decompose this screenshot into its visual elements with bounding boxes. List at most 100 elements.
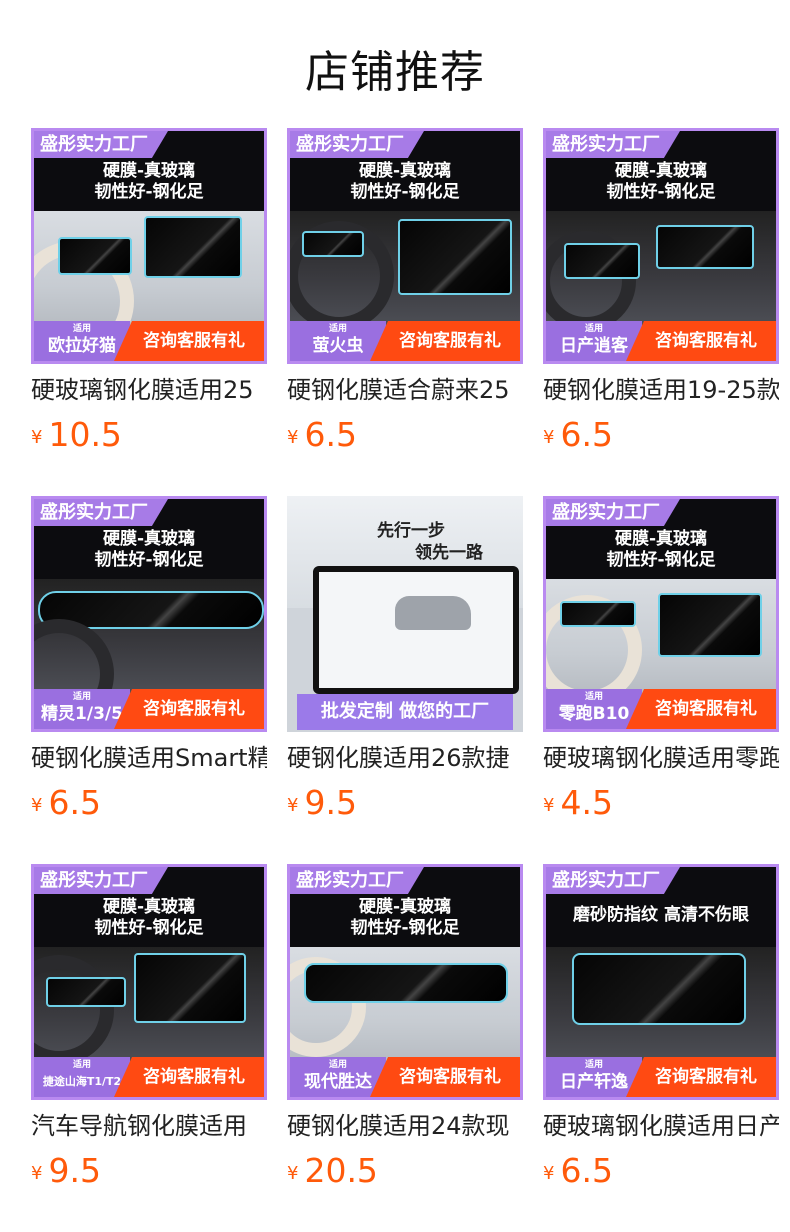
product-image[interactable]: 盛彤实力工厂 硬膜-真玻璃 韧性好-钢化足 适用 精灵1/3/5 咨询客服有礼: [31, 496, 267, 732]
model-name: 日产轩逸: [560, 1072, 628, 1092]
nav-screen-film: [398, 219, 512, 295]
infotainment-screen: [313, 566, 519, 694]
price-value: 10.5: [48, 415, 122, 454]
product-price: ¥6.5: [543, 1151, 613, 1190]
product-title[interactable]: 硬玻璃钢化膜适用25: [31, 374, 267, 406]
product-card[interactable]: 盛彤实力工厂 磨砂防指纹 高清不伤眼 适用 日产轩逸 咨询客服有礼 硬玻璃钢化膜…: [543, 864, 779, 1190]
consult-badge: 咨询客服有礼: [626, 321, 776, 361]
brand-badge: 盛彤实力工厂: [290, 131, 424, 158]
slogan-line-2: 领先一路: [415, 543, 483, 563]
nav-screen-film: [144, 216, 242, 278]
currency-symbol: ¥: [31, 1163, 43, 1184]
model-name: 零跑B10: [558, 704, 630, 724]
nav-screen-film: [656, 225, 754, 269]
tagline-1: 硬膜-真玻璃: [358, 161, 452, 181]
model-tag: 适用 捷途山海T1/T2: [34, 1057, 130, 1097]
product-title[interactable]: 硬钢化膜适用19-25款: [543, 374, 779, 406]
suited-label: 适用: [584, 692, 603, 702]
product-title[interactable]: 硬玻璃钢化膜适用零跑: [543, 742, 779, 774]
dash-screen-film: [304, 963, 508, 1003]
product-card[interactable]: 盛彤实力工厂 硬膜-真玻璃 韧性好-钢化足 适用 欧拉好猫 咨询客服有礼 硬玻璃…: [31, 128, 267, 454]
product-image[interactable]: 盛彤实力工厂 硬膜-真玻璃 韧性好-钢化足 适用 萤火虫 咨询客服有礼: [287, 128, 523, 364]
product-price: ¥9.5: [31, 1151, 101, 1190]
brand-badge: 盛彤实力工厂: [546, 867, 680, 894]
consult-badge: 咨询客服有礼: [114, 321, 264, 361]
price-value: 20.5: [304, 1151, 378, 1190]
dash-screen-film: [58, 237, 132, 275]
product-card[interactable]: 盛彤实力工厂 硬膜-真玻璃 韧性好-钢化足 适用 零跑B10 咨询客服有礼 硬玻…: [543, 496, 779, 822]
promo-slogan: 先行一步 领先一路: [377, 520, 483, 564]
tagline-1: 硬膜-真玻璃: [358, 897, 452, 917]
consult-badge: 咨询客服有礼: [114, 689, 264, 729]
currency-symbol: ¥: [31, 427, 43, 448]
price-value: 9.5: [48, 1151, 101, 1190]
suited-label: 适用: [584, 324, 603, 334]
nav-screen-film: [134, 953, 246, 1023]
model-name: 精灵1/3/5: [41, 704, 123, 724]
brand-badge: 盛彤实力工厂: [290, 867, 424, 894]
model-tag: 适用 精灵1/3/5: [34, 689, 130, 729]
promo-bar: 批发定制 做您的工厂: [297, 694, 513, 730]
currency-symbol: ¥: [31, 795, 43, 816]
model-name: 萤火虫: [312, 336, 364, 356]
model-tag: 适用 欧拉好猫: [34, 321, 130, 361]
product-card[interactable]: 盛彤实力工厂 硬膜-真玻璃 韧性好-钢化足 适用 萤火虫 咨询客服有礼 硬钢化膜…: [287, 128, 523, 454]
dash-screen-film: [302, 231, 364, 257]
tagline-2: 韧性好-钢化足: [606, 550, 716, 570]
tagline-2: 韧性好-钢化足: [94, 182, 204, 202]
product-price: ¥6.5: [287, 415, 357, 454]
page-title: 店铺推荐: [305, 47, 485, 98]
product-title[interactable]: 硬玻璃钢化膜适用日产: [543, 1110, 779, 1142]
nav-screen-film: [658, 593, 762, 657]
product-image[interactable]: 盛彤实力工厂 硬膜-真玻璃 韧性好-钢化足 适用 日产逍客 咨询客服有礼: [543, 128, 779, 364]
steering-wheel-icon: [34, 955, 114, 1065]
currency-symbol: ¥: [543, 795, 555, 816]
dash-screen-film: [46, 977, 126, 1007]
price-value: 6.5: [560, 415, 613, 454]
model-name: 欧拉好猫: [48, 336, 116, 356]
tagline-1: 硬膜-真玻璃: [102, 897, 196, 917]
currency-symbol: ¥: [543, 1163, 555, 1184]
suited-label: 适用: [72, 692, 91, 702]
suited-label: 适用: [328, 1060, 347, 1070]
consult-badge: 咨询客服有礼: [114, 1057, 264, 1097]
price-value: 6.5: [48, 783, 101, 822]
suited-label: 适用: [72, 324, 91, 334]
consult-badge: 咨询客服有礼: [370, 1057, 520, 1097]
product-title[interactable]: 硬钢化膜适合蔚来25: [287, 374, 523, 406]
model-name: 现代胜达: [304, 1072, 372, 1092]
model-name: 日产逍客: [560, 336, 628, 356]
model-tag: 适用 日产轩逸: [546, 1057, 642, 1097]
product-title[interactable]: 硬钢化膜适用Smart精: [31, 742, 267, 774]
product-price: ¥4.5: [543, 783, 613, 822]
tagline-2: 韧性好-钢化足: [350, 918, 460, 938]
product-image[interactable]: 盛彤实力工厂 硬膜-真玻璃 韧性好-钢化足 适用 现代胜达 咨询客服有礼: [287, 864, 523, 1100]
product-card[interactable]: 盛彤实力工厂 硬膜-真玻璃 韧性好-钢化足 适用 现代胜达 咨询客服有礼 硬钢化…: [287, 864, 523, 1190]
brand-badge: 盛彤实力工厂: [34, 867, 168, 894]
product-title[interactable]: 汽车导航钢化膜适用: [31, 1110, 267, 1142]
product-title[interactable]: 硬钢化膜适用24款现: [287, 1110, 523, 1142]
dash-screen-film: [560, 601, 636, 627]
product-image[interactable]: 盛彤实力工厂 磨砂防指纹 高清不伤眼 适用 日产轩逸 咨询客服有礼: [543, 864, 779, 1100]
model-tag: 适用 萤火虫: [290, 321, 386, 361]
product-image[interactable]: 盛彤实力工厂 硬膜-真玻璃 韧性好-钢化足 适用 捷途山海T1/T2 咨询客服有…: [31, 864, 267, 1100]
brand-badge: 盛彤实力工厂: [546, 499, 680, 526]
tagline-2: 韧性好-钢化足: [606, 182, 716, 202]
brand-badge: 盛彤实力工厂: [34, 131, 168, 158]
tagline-2: 韧性好-钢化足: [350, 182, 460, 202]
product-price: ¥6.5: [31, 783, 101, 822]
product-card[interactable]: 先行一步 领先一路 批发定制 做您的工厂 硬钢化膜适用26款捷 ¥9.5: [287, 496, 523, 822]
product-title[interactable]: 硬钢化膜适用26款捷: [287, 742, 523, 774]
suited-label: 适用: [328, 324, 347, 334]
product-image[interactable]: 盛彤实力工厂 硬膜-真玻璃 韧性好-钢化足 适用 欧拉好猫 咨询客服有礼: [31, 128, 267, 364]
brand-badge: 盛彤实力工厂: [546, 131, 680, 158]
product-card[interactable]: 盛彤实力工厂 硬膜-真玻璃 韧性好-钢化足 适用 精灵1/3/5 咨询客服有礼 …: [31, 496, 267, 822]
product-card[interactable]: 盛彤实力工厂 硬膜-真玻璃 韧性好-钢化足 适用 捷途山海T1/T2 咨询客服有…: [31, 864, 267, 1190]
product-image[interactable]: 先行一步 领先一路 批发定制 做您的工厂: [287, 496, 523, 732]
price-value: 6.5: [560, 1151, 613, 1190]
model-tag: 适用 日产逍客: [546, 321, 642, 361]
product-card[interactable]: 盛彤实力工厂 硬膜-真玻璃 韧性好-钢化足 适用 日产逍客 咨询客服有礼 硬钢化…: [543, 128, 779, 454]
tagline-1: 硬膜-真玻璃: [614, 161, 708, 181]
model-tag: 适用 现代胜达: [290, 1057, 386, 1097]
product-image[interactable]: 盛彤实力工厂 硬膜-真玻璃 韧性好-钢化足 适用 零跑B10 咨询客服有礼: [543, 496, 779, 732]
